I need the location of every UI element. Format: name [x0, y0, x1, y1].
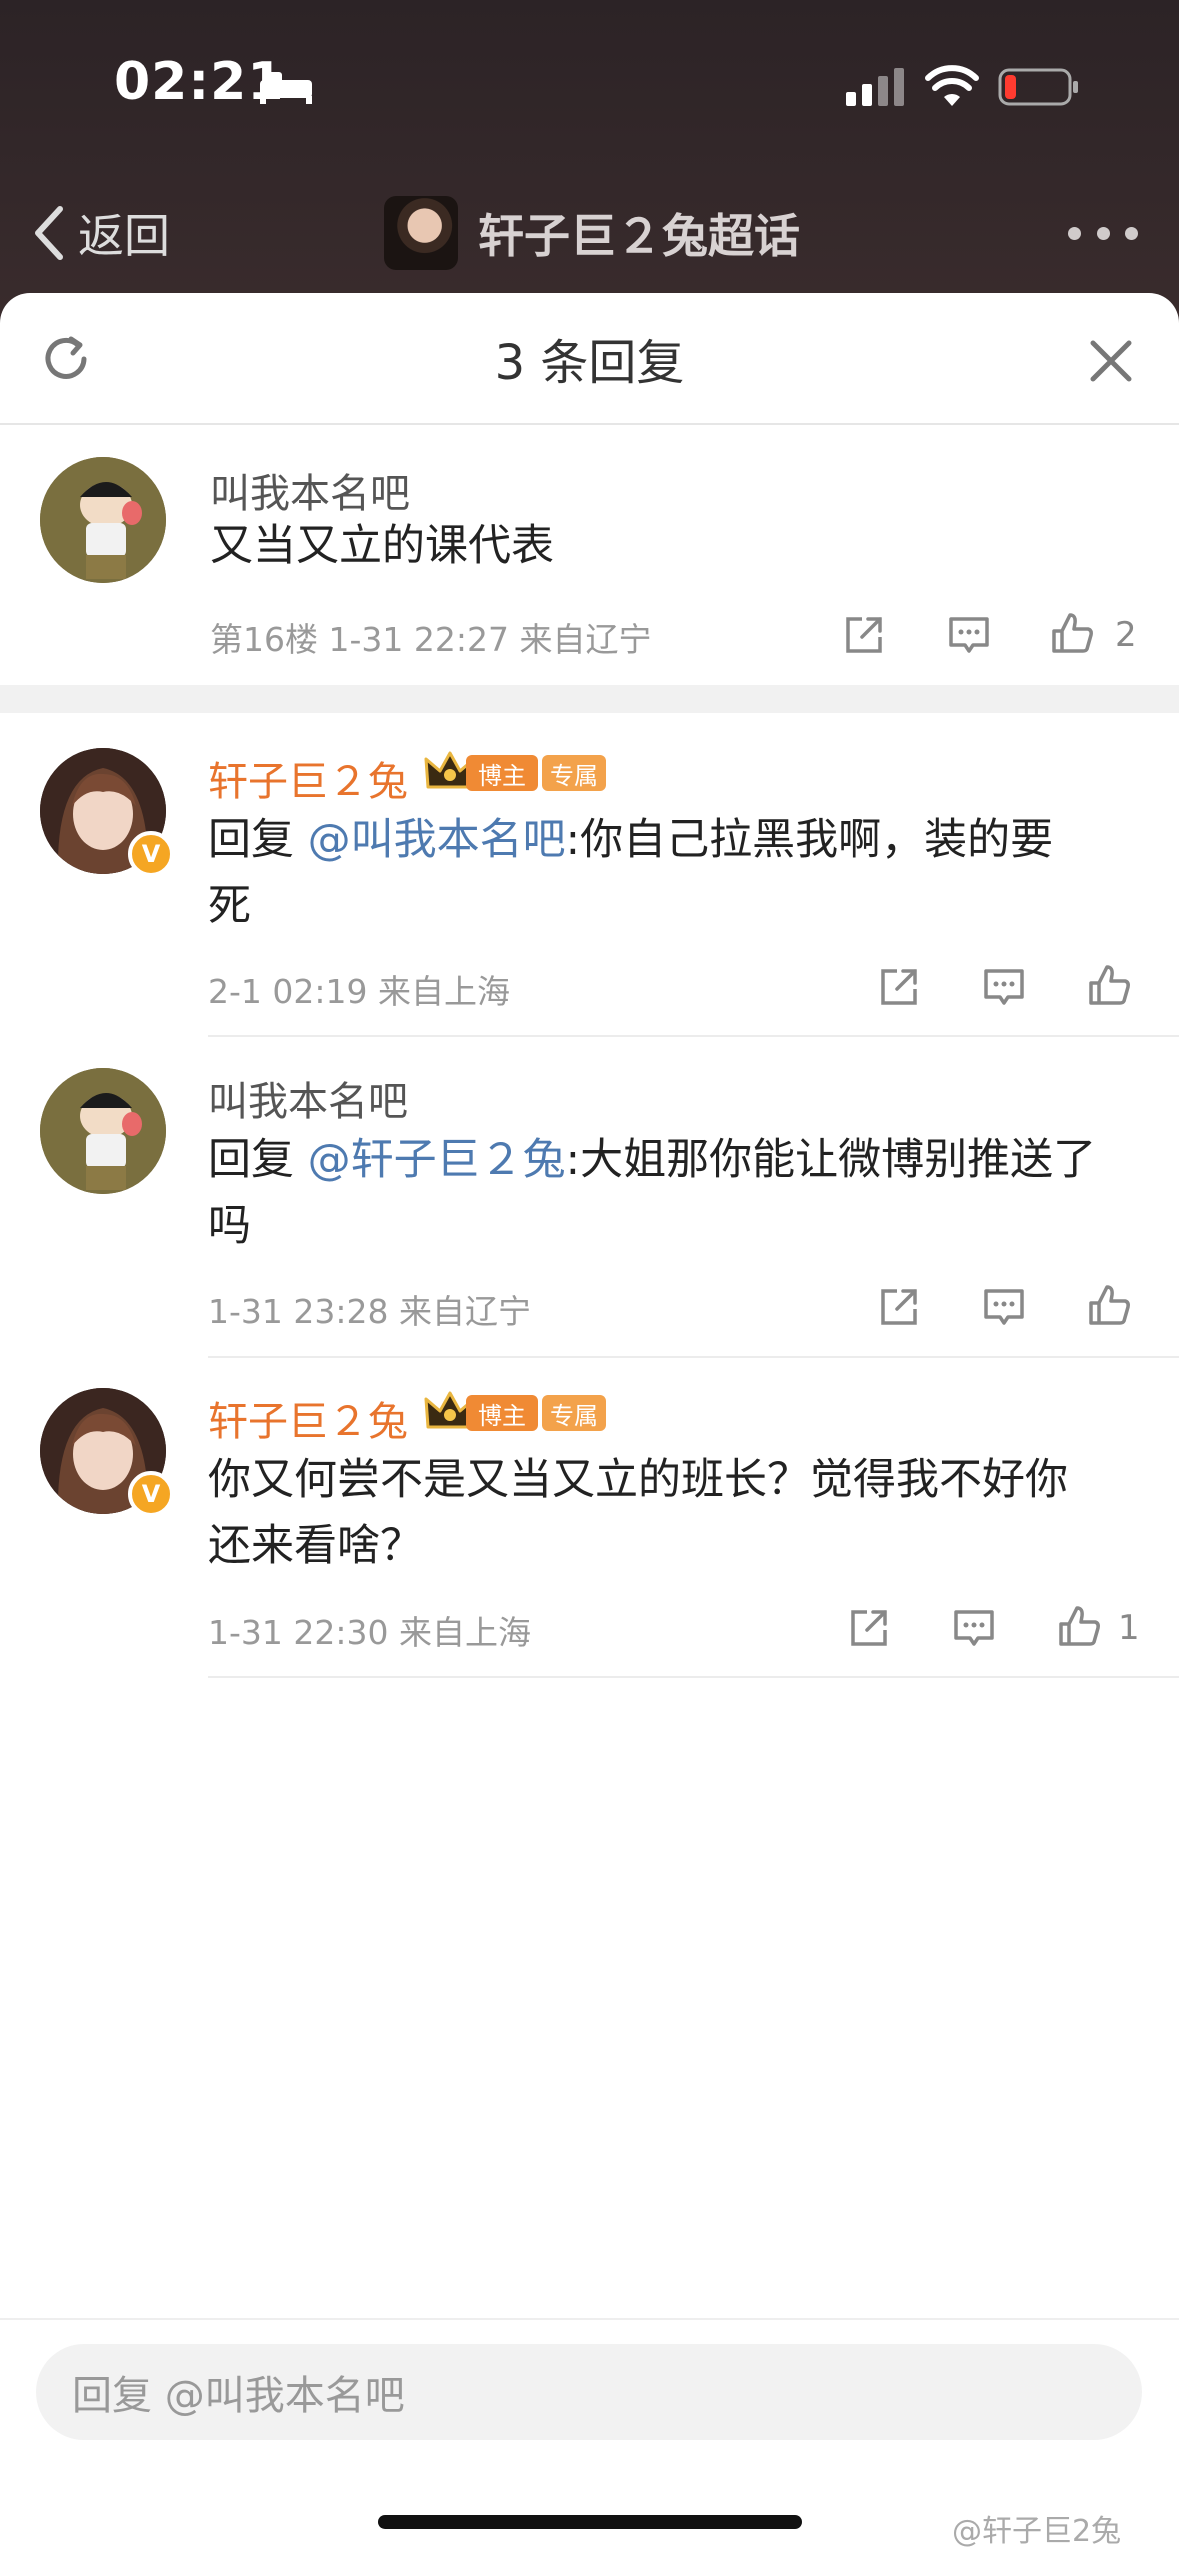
- reply-text: 你又何尝不是又当又立的班长？觉得我不好你: [208, 1455, 1068, 1505]
- back-button[interactable]: 返回: [30, 193, 170, 273]
- like-count: 2: [1115, 615, 1137, 655]
- more-dot-icon: [1068, 226, 1081, 240]
- more-options-button[interactable]: [1068, 215, 1138, 251]
- reply-username[interactable]: 轩子巨２兔: [208, 749, 408, 807]
- divider: [208, 1676, 1179, 1678]
- reply-meta: 1-31 22:30 来自上海: [208, 1613, 531, 1652]
- exclusive-badge: 专属: [542, 755, 606, 791]
- sheet-title: 3 条回复: [494, 335, 685, 391]
- avatar[interactable]: [40, 1068, 166, 1194]
- share-icon[interactable]: [875, 1283, 923, 1331]
- comment-username[interactable]: 叫我本名吧: [210, 461, 410, 519]
- reply-text-continued: 死: [208, 881, 251, 931]
- reply-username[interactable]: 轩子巨２兔: [208, 1389, 408, 1447]
- comment-meta: 第16楼 1-31 22:27 来自辽宁: [210, 620, 652, 659]
- sheet-header: 3 条回复: [0, 293, 1179, 425]
- comment-text: 又当又立的课代表: [210, 521, 554, 571]
- cartoon-avatar-icon: [40, 1068, 166, 1194]
- reply-text-continued: 吗: [208, 1201, 251, 1251]
- verified-badge-icon: V: [128, 1471, 174, 1517]
- share-icon[interactable]: [875, 963, 923, 1011]
- weibo-watermark: @轩子巨2兔: [952, 2514, 1122, 2549]
- cartoon-avatar-icon: [40, 457, 166, 583]
- mention-link[interactable]: @轩子巨２兔: [308, 1135, 566, 1185]
- comment-icon[interactable]: [950, 1604, 998, 1652]
- comment-icon[interactable]: [980, 1283, 1028, 1331]
- blogger-badge: 博主: [466, 755, 538, 791]
- like-icon[interactable]: [1085, 961, 1133, 1009]
- reply-username[interactable]: 叫我本名吧: [208, 1069, 408, 1127]
- home-indicator[interactable]: [378, 2515, 802, 2529]
- reply-body: :你自己拉黑我啊，装的要: [565, 815, 1054, 865]
- verified-badge-icon: V: [128, 831, 174, 877]
- reply-text: 回复 @轩子巨２兔:大姐那你能让微博别推送了: [208, 1127, 1096, 1193]
- like-icon[interactable]: [1055, 1602, 1103, 1650]
- section-divider: [0, 685, 1179, 713]
- app-header: 02:21 返回 轩子巨２兔超话: [0, 0, 1179, 330]
- replies-sheet: 3 条回复 叫我本名吧 又当又立的课代表 第16楼 1-31 22:27 来自辽…: [0, 293, 1179, 2556]
- like-count: 1: [1118, 1608, 1140, 1648]
- nav-bar: 返回 轩子巨２兔超话: [0, 175, 1179, 295]
- comment-icon[interactable]: [945, 611, 993, 659]
- reply-text-continued: 还来看啥？: [208, 1521, 423, 1571]
- comment-icon[interactable]: [980, 963, 1028, 1011]
- share-icon[interactable]: [840, 611, 888, 659]
- more-dot-icon: [1125, 226, 1138, 240]
- like-icon[interactable]: [1085, 1281, 1133, 1329]
- sleep-focus-icon: [260, 72, 312, 104]
- chevron-left-icon: [35, 206, 63, 260]
- reply-prefix: 回复: [208, 1135, 308, 1185]
- wifi-icon: [925, 65, 979, 106]
- reply-meta: 2-1 02:19 来自上海: [208, 972, 510, 1011]
- supertopic-name: 轩子巨２兔超话: [478, 209, 800, 263]
- like-icon[interactable]: [1048, 609, 1096, 657]
- battery-low-icon: [998, 68, 1078, 106]
- supertopic-avatar: [384, 196, 458, 270]
- reply-meta: 1-31 23:28 来自辽宁: [208, 1292, 531, 1331]
- reply-prefix: 回复: [208, 815, 308, 865]
- reply-input[interactable]: 回复 @叫我本名吧: [36, 2344, 1142, 2440]
- divider: [208, 1356, 1179, 1358]
- divider: [208, 1035, 1179, 1037]
- reply-body: :大姐那你能让微博别推送了: [565, 1135, 1097, 1185]
- reply-text: 回复 @叫我本名吧:你自己拉黑我啊，装的要: [208, 807, 1053, 873]
- status-bar: 02:21: [0, 0, 1179, 175]
- share-icon[interactable]: [845, 1604, 893, 1652]
- mention-link[interactable]: @叫我本名吧: [308, 815, 566, 865]
- close-icon[interactable]: [1085, 335, 1137, 387]
- more-dot-icon: [1096, 226, 1110, 240]
- cellular-signal-icon: [846, 68, 904, 106]
- blogger-badge: 博主: [466, 1395, 538, 1431]
- avatar[interactable]: [40, 457, 166, 583]
- back-label: 返回: [78, 209, 170, 263]
- exclusive-badge: 专属: [542, 1395, 606, 1431]
- supertopic-title[interactable]: 轩子巨２兔超话: [384, 185, 800, 281]
